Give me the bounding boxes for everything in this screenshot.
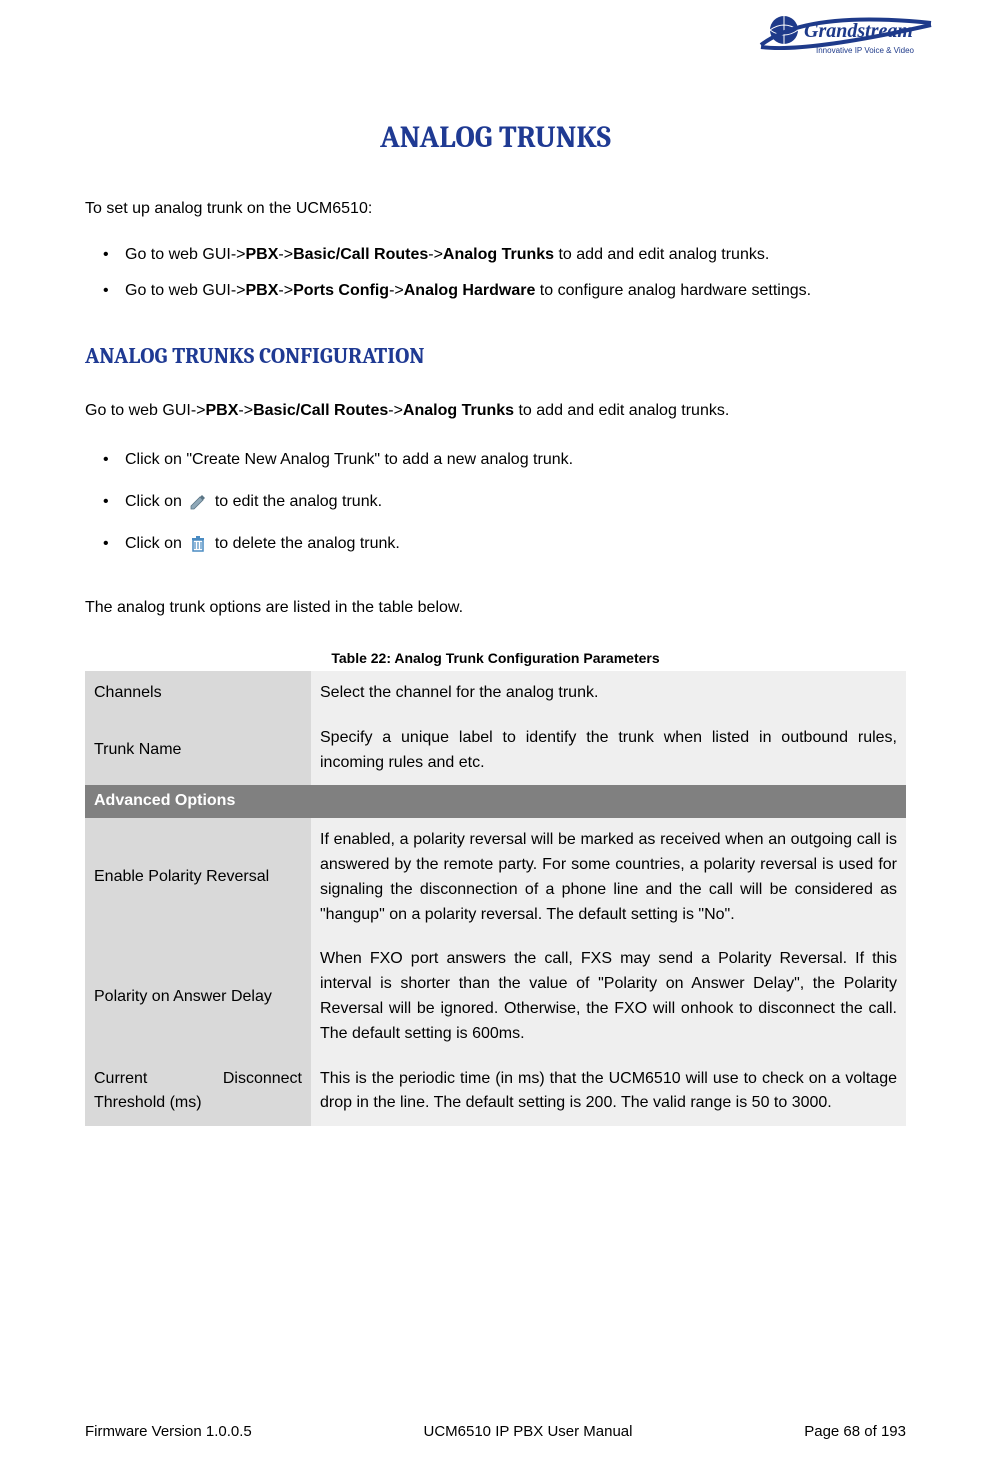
intro-text: To set up analog trunk on the UCM6510: — [85, 200, 906, 218]
param-name: Trunk Name — [85, 716, 311, 786]
list-item: Go to web GUI->PBX->Ports Config->Analog… — [85, 279, 906, 303]
config-table: Channels Select the channel for the anal… — [85, 671, 906, 1126]
footer-doc-title: UCM6510 IP PBX User Manual — [424, 1423, 633, 1440]
pencil-edit-icon — [189, 493, 207, 511]
list-item: Click on "Create New Analog Trunk" to ad… — [85, 448, 906, 472]
brand-logo: Grandstream Innovative IP Voice & Video — [756, 5, 936, 60]
param-name: Enable Polarity Reversal — [85, 818, 311, 937]
table-row: Polarity on Answer Delay When FXO port a… — [85, 937, 906, 1056]
svg-text:Grandstream: Grandstream — [804, 20, 913, 42]
intro-bullets: Go to web GUI->PBX->Basic/Call Routes->A… — [85, 243, 906, 303]
step-bullets: Click on "Create New Analog Trunk" to ad… — [85, 448, 906, 556]
table-section-header: Advanced Options — [85, 785, 906, 818]
table-row: Trunk Name Specify a unique label to ide… — [85, 716, 906, 786]
table-row: Channels Select the channel for the anal… — [85, 671, 906, 716]
table-caption: Table 22: Analog Trunk Configuration Par… — [85, 650, 906, 666]
table-row: Current Disconnect Threshold (ms) This i… — [85, 1057, 906, 1127]
footer-page-number: Page 68 of 193 — [804, 1423, 906, 1440]
page-title: ANALOG TRUNKS — [85, 120, 906, 155]
list-item: Go to web GUI->PBX->Basic/Call Routes->A… — [85, 243, 906, 267]
param-desc: Specify a unique label to identify the t… — [311, 716, 906, 786]
param-name: Channels — [85, 671, 311, 716]
param-desc: When FXO port answers the call, FXS may … — [311, 937, 906, 1056]
list-item: Click on to delete the analog trunk. — [85, 532, 906, 556]
trash-delete-icon — [189, 535, 207, 553]
list-item: Click on to edit the analog trunk. — [85, 490, 906, 514]
param-name: Polarity on Answer Delay — [85, 937, 311, 1056]
svg-text:Innovative IP Voice & Video: Innovative IP Voice & Video — [816, 46, 915, 55]
page-footer: Firmware Version 1.0.0.5 UCM6510 IP PBX … — [85, 1423, 906, 1440]
table-row: Enable Polarity Reversal If enabled, a p… — [85, 818, 906, 937]
footer-firmware: Firmware Version 1.0.0.5 — [85, 1423, 252, 1440]
param-desc: Select the channel for the analog trunk. — [311, 671, 906, 716]
param-desc: This is the periodic time (in ms) that t… — [311, 1057, 906, 1127]
param-name: Current Disconnect Threshold (ms) — [85, 1057, 311, 1127]
param-desc: If enabled, a polarity reversal will be … — [311, 818, 906, 937]
section-intro: Go to web GUI->PBX->Basic/Call Routes->A… — [85, 399, 906, 423]
paragraph: The analog trunk options are listed in t… — [85, 596, 906, 620]
section-title: ANALOG TRUNKS CONFIGURATION — [85, 343, 906, 369]
